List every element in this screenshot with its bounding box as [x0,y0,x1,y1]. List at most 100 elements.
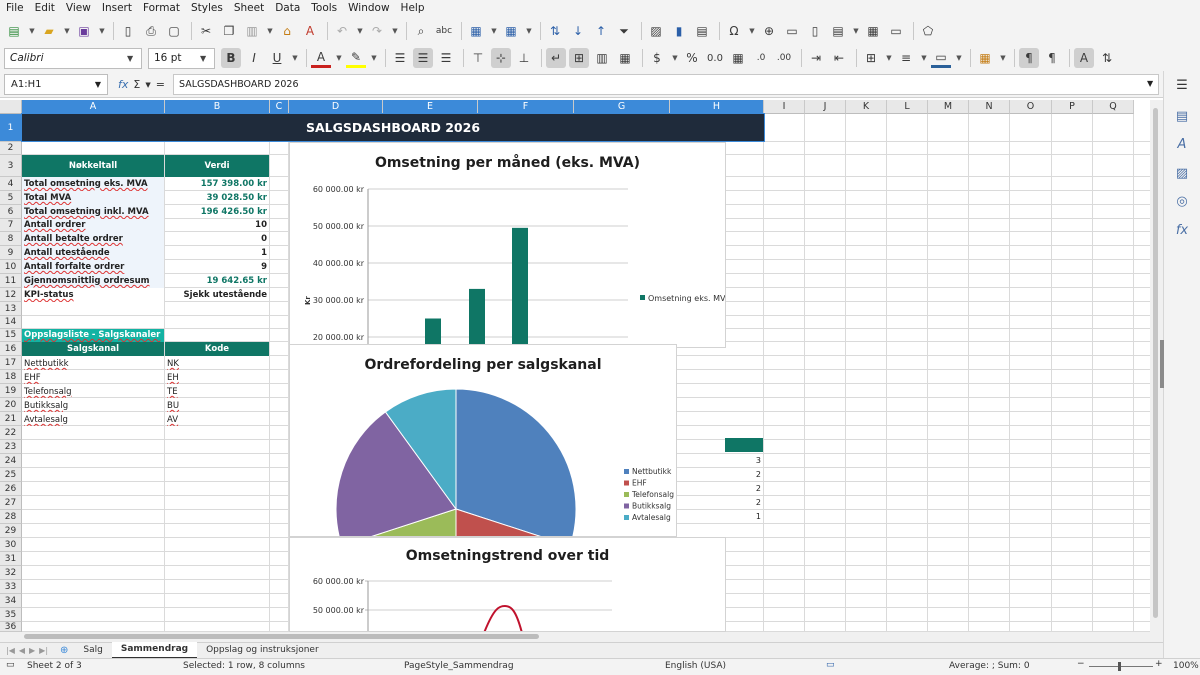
row-header-28[interactable]: 28 [0,510,22,524]
kpi-value[interactable]: 157 398.00 kr [165,177,269,191]
h-column-cell[interactable]: 1 [725,510,763,524]
column-header-b[interactable]: B [165,100,270,114]
status-language[interactable]: English (USA) [665,661,726,671]
row-header-13[interactable]: 13 [0,302,22,316]
lookup-header-value[interactable]: Kode [165,342,269,356]
row-header-9[interactable]: 9 [0,246,22,260]
row-header-31[interactable]: 31 [0,552,22,566]
lookup-code[interactable]: TE [165,384,269,398]
column-header-g[interactable]: G [574,100,670,114]
row-header-19[interactable]: 19 [0,384,22,398]
add-sheet-icon[interactable]: ⊕ [54,645,74,656]
row-header-10[interactable]: 10 [0,260,22,274]
functions-icon[interactable]: fx [1173,221,1191,239]
kpi-label[interactable]: Antall ordrer [22,219,164,232]
row-header-25[interactable]: 25 [0,468,22,482]
row-header-30[interactable]: 30 [0,538,22,552]
column-header-l[interactable]: L [887,100,928,114]
revenue-trend-chart[interactable]: Omsetningstrend over tid 60 000.00 kr 50 … [289,537,726,632]
column-header-p[interactable]: P [1052,100,1093,114]
lookup-code[interactable]: NK [165,356,269,370]
column-header-i[interactable]: I [764,100,805,114]
kpi-value[interactable]: Sjekk utestående [165,288,269,302]
column-header-m[interactable]: M [928,100,969,114]
prev-sheet-icon[interactable]: ◀ [17,646,27,655]
column-header-o[interactable]: O [1010,100,1052,114]
selection-mode-icon[interactable]: ▭ [826,660,835,670]
row-header-7[interactable]: 7 [0,219,22,232]
column-header-h[interactable]: H [670,100,764,114]
lookup-code[interactable]: AV [165,412,269,426]
row-header-8[interactable]: 8 [0,232,22,246]
kpi-header-value[interactable]: Verdi [165,155,269,177]
column-header-n[interactable]: N [969,100,1010,114]
column-header-a[interactable]: A [22,100,165,114]
kpi-label[interactable]: Antall betalte ordrer [22,232,164,246]
row-header-32[interactable]: 32 [0,566,22,580]
lookup-label[interactable]: Telefonsalg [22,384,164,398]
row-header-23[interactable]: 23 [0,440,22,454]
column-header-q[interactable]: Q [1093,100,1134,114]
kpi-label[interactable]: Total omsetning inkl. MVA [22,205,164,219]
kpi-label[interactable]: Antall forfalte ordrer [22,260,164,274]
lookup-label[interactable]: Butikksalg [22,398,164,412]
last-sheet-icon[interactable]: ▶| [37,646,54,655]
navigator-icon[interactable]: ◎ [1173,192,1191,210]
row-header-3[interactable]: 3 [0,155,22,177]
kpi-value[interactable]: 9 [165,260,269,274]
scroll-handle-icon[interactable] [1160,340,1164,388]
lookup-code[interactable]: BU [165,398,269,412]
next-sheet-icon[interactable]: ▶ [27,646,37,655]
row-header-36[interactable]: 36 [0,622,22,632]
h-column-cell[interactable]: 2 [725,496,763,510]
row-header-21[interactable]: 21 [0,412,22,426]
row-header-6[interactable]: 6 [0,205,22,219]
zoom-out-icon[interactable]: − [1077,659,1085,669]
h-column-cell[interactable]: 3 [725,454,763,468]
zoom-in-icon[interactable]: + [1155,659,1163,669]
kpi-value[interactable]: 10 [165,219,269,232]
kpi-label[interactable]: Antall utestående [22,246,164,260]
kpi-value[interactable]: 19 642.65 kr [165,274,269,288]
row-header-1[interactable]: 1 [0,114,22,142]
row-header-16[interactable]: 16 [0,342,22,356]
styles-icon[interactable]: A [1173,135,1191,153]
column-header-j[interactable]: J [805,100,846,114]
select-all-corner[interactable] [0,100,22,114]
row-header-24[interactable]: 24 [0,454,22,468]
menu-icon[interactable]: ☰ [1173,76,1191,94]
status-zoom[interactable]: 100% [1173,661,1199,671]
lookup-label[interactable]: Avtalesalg [22,412,164,426]
tab-sammendrag[interactable]: Sammendrag [111,642,198,659]
lookup-label[interactable]: Nettbutikk [22,356,164,370]
row-header-20[interactable]: 20 [0,398,22,412]
status-summary[interactable]: Average: ; Sum: 0 [949,661,1030,671]
kpi-label[interactable]: KPI-status [22,288,164,302]
lookup-title[interactable]: Oppslagsliste - Salgskanaler [22,329,164,342]
row-header-22[interactable]: 22 [0,426,22,440]
h-column-cell[interactable]: 2 [725,468,763,482]
h-column-cell[interactable]: 2 [725,482,763,496]
row-header-5[interactable]: 5 [0,191,22,205]
zoom-slider[interactable] [1089,666,1153,667]
kpi-value[interactable]: 0 [165,232,269,246]
kpi-value[interactable]: 1 [165,246,269,260]
kpi-value[interactable]: 39 028.50 kr [165,191,269,205]
column-header-c[interactable]: C [270,100,289,114]
sheet-title-cell[interactable]: SALGSDASHBOARD 2026 [21,113,765,142]
tab-salg[interactable]: Salg [74,643,111,658]
column-header-d[interactable]: D [289,100,383,114]
properties-icon[interactable]: ▤ [1173,107,1191,125]
kpi-value[interactable]: 196 426.50 kr [165,205,269,219]
row-header-12[interactable]: 12 [0,288,22,302]
row-header-29[interactable]: 29 [0,524,22,538]
row-header-4[interactable]: 4 [0,177,22,191]
orders-per-channel-chart[interactable]: Ordrefordeling per salgskanal Nettbutikk… [289,344,677,537]
row-header-15[interactable]: 15 [0,329,22,342]
row-header-14[interactable]: 14 [0,316,22,329]
row-header-33[interactable]: 33 [0,580,22,594]
zoom-slider-thumb[interactable] [1118,662,1121,671]
row-header-27[interactable]: 27 [0,496,22,510]
row-header-18[interactable]: 18 [0,370,22,384]
kpi-header-label[interactable]: Nøkkeltall [22,155,164,177]
